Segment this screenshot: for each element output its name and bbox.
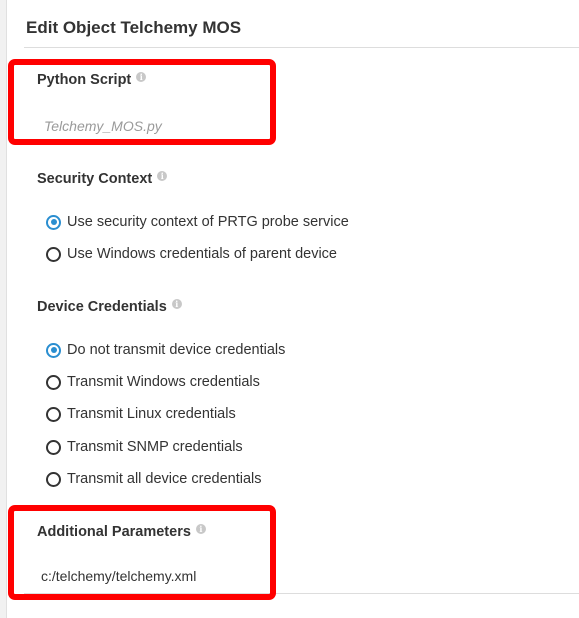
highlight-additional-parameters [8, 505, 276, 600]
radio-all-credentials[interactable]: Transmit all device credentials [46, 471, 261, 487]
radio-no-credentials[interactable]: Do not transmit device credentials [46, 342, 285, 358]
device-credentials-label: Device Credentials i [37, 299, 182, 315]
radio-security-windows-credentials[interactable]: Use Windows credentials of parent device [46, 246, 337, 262]
radio-button[interactable] [46, 439, 61, 455]
radio-button-selected[interactable] [46, 214, 61, 230]
radio-button-selected[interactable] [46, 342, 61, 358]
radio-linux-credentials[interactable]: Transmit Linux credentials [46, 406, 236, 422]
radio-windows-credentials[interactable]: Transmit Windows credentials [46, 374, 260, 390]
radio-label: Use security context of PRTG probe servi… [67, 214, 349, 230]
title-divider [24, 47, 579, 48]
page-title: Edit Object Telchemy MOS [26, 18, 242, 37]
radio-button[interactable] [46, 246, 61, 262]
radio-button[interactable] [46, 406, 61, 422]
info-icon[interactable]: i [171, 299, 182, 309]
left-border [0, 0, 7, 618]
info-icon[interactable]: i [157, 171, 168, 181]
radio-label: Do not transmit device credentials [67, 342, 286, 358]
radio-label: Transmit all device credentials [67, 471, 262, 487]
radio-snmp-credentials[interactable]: Transmit SNMP credentials [46, 439, 243, 455]
radio-label: Transmit Linux credentials [67, 406, 236, 422]
security-context-label: Security Context i [37, 171, 168, 187]
device-credentials-label-text: Device Credentials [37, 299, 167, 315]
radio-security-probe-service[interactable]: Use security context of PRTG probe servi… [46, 214, 349, 230]
radio-button[interactable] [46, 374, 61, 390]
radio-label: Transmit SNMP credentials [67, 439, 243, 455]
radio-label: Transmit Windows credentials [67, 374, 260, 390]
radio-label: Use Windows credentials of parent device [67, 246, 337, 262]
highlight-python-script [8, 59, 276, 145]
security-context-label-text: Security Context [37, 171, 153, 187]
radio-button[interactable] [46, 471, 61, 487]
